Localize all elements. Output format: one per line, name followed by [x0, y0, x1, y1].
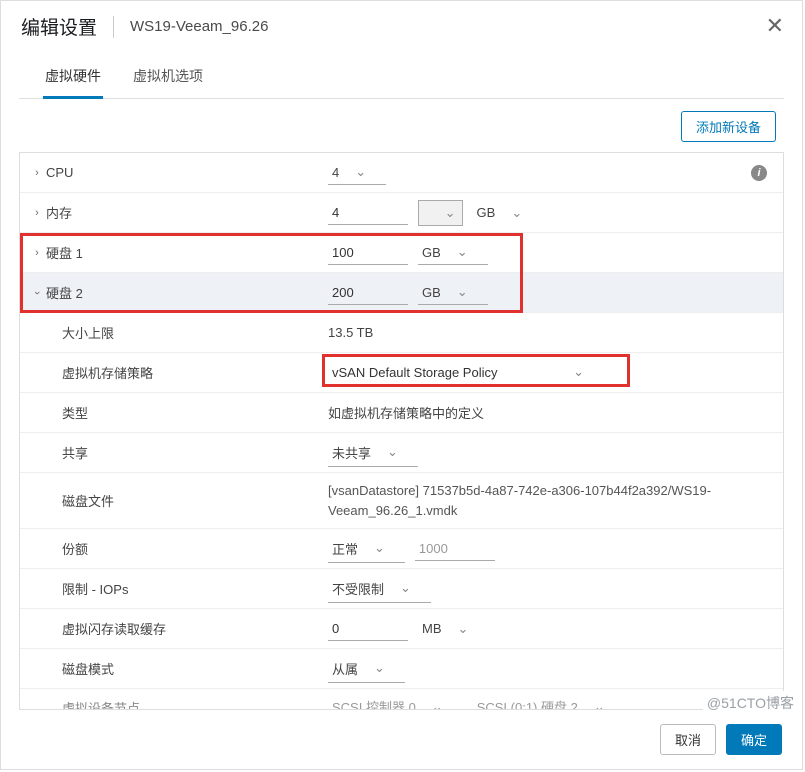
collapse-disk2-icon[interactable]: › [31, 284, 43, 302]
cpu-label: CPU [46, 165, 73, 180]
disk1-size-input[interactable] [328, 241, 408, 265]
row-disk2-mode: 磁盘模式 从属 [20, 649, 783, 689]
disk-highlight-group: › 硬盘 1 GB › 硬盘 2 GB [20, 233, 783, 313]
disk2-share-label: 共享 [62, 443, 88, 462]
disk2-mode-label: 磁盘模式 [62, 659, 114, 678]
title-divider [113, 16, 114, 38]
modal-footer: 取消 确定 [1, 710, 802, 769]
disk2-type-value: 如虚拟机存储策略中的定义 [328, 403, 484, 422]
disk2-quota-num-input[interactable] [415, 537, 495, 561]
cancel-button[interactable]: 取消 [660, 724, 716, 755]
disk2-label: 硬盘 2 [46, 283, 83, 302]
disk2-max-label: 大小上限 [62, 323, 114, 342]
row-disk2-file: 磁盘文件 [vsanDatastore] 71537b5d-4a87-742e-… [20, 473, 783, 529]
disk2-iops-select[interactable]: 不受限制 [328, 575, 431, 603]
disk1-label: 硬盘 1 [46, 243, 83, 262]
disk2-node-pos-select[interactable]: SCSI (0:1) 硬盘 2 [473, 693, 625, 709]
row-disk2-share: 共享 未共享 [20, 433, 783, 473]
expand-memory-icon[interactable]: › [28, 207, 46, 219]
expand-disk1-icon[interactable]: › [28, 247, 46, 259]
edit-settings-modal: 编辑设置 WS19-Veeam_96.26 ✕ 虚拟硬件 虚拟机选项 添加新设备… [0, 0, 803, 770]
modal-header: 编辑设置 WS19-Veeam_96.26 ✕ [1, 1, 802, 52]
modal-title: 编辑设置 [21, 13, 97, 40]
disk2-max-value: 13.5 TB [328, 325, 373, 340]
row-disk2-type: 类型 如虚拟机存储策略中的定义 [20, 393, 783, 433]
cpu-count-select[interactable]: 4 [328, 160, 386, 185]
expand-cpu-icon[interactable]: › [28, 167, 46, 179]
disk2-flash-unit-select[interactable]: MB [418, 617, 488, 641]
memory-label: 内存 [46, 203, 72, 222]
row-disk2-max: 大小上限 13.5 TB [20, 313, 783, 353]
hardware-scroll[interactable]: › CPU 4 i › 内存 GB [20, 153, 783, 709]
row-disk2-quota: 份额 正常 [20, 529, 783, 569]
disk2-share-select[interactable]: 未共享 [328, 439, 418, 467]
watermark: @51CTO博客 [703, 691, 798, 715]
disk2-node-ctrl-select[interactable]: SCSI 控制器 0 [328, 693, 463, 709]
tab-virtual-hardware[interactable]: 虚拟硬件 [43, 58, 103, 99]
toolbar: 添加新设备 [1, 99, 802, 152]
disk2-iops-label: 限制 - IOPs [62, 579, 128, 598]
disk2-policy-select[interactable]: vSAN Default Storage Policy ⌄ [328, 360, 588, 385]
disk2-policy-value: vSAN Default Storage Policy [332, 365, 497, 380]
tab-bar: 虚拟硬件 虚拟机选项 [19, 58, 784, 99]
row-disk2: › 硬盘 2 GB [20, 273, 783, 313]
vm-name: WS19-Veeam_96.26 [130, 18, 268, 35]
disk2-type-label: 类型 [62, 403, 88, 422]
add-device-button[interactable]: 添加新设备 [681, 111, 776, 142]
row-disk2-node: 虚拟设备节点 SCSI 控制器 0 SCSI (0:1) 硬盘 2 [20, 689, 783, 709]
disk1-unit-select[interactable]: GB [418, 240, 488, 265]
chevron-down-icon: ⌄ [573, 364, 584, 380]
tab-vm-options[interactable]: 虚拟机选项 [131, 58, 205, 98]
hardware-panel: › CPU 4 i › 内存 GB [19, 152, 784, 710]
row-memory: › 内存 GB [20, 193, 783, 233]
row-cpu: › CPU 4 i [20, 153, 783, 193]
disk2-size-input[interactable] [328, 281, 408, 305]
disk2-unit-select[interactable]: GB [418, 280, 488, 305]
disk2-file-label: 磁盘文件 [62, 491, 114, 510]
close-icon[interactable]: ✕ [766, 15, 784, 37]
memory-unit-select[interactable]: GB [473, 201, 543, 225]
disk2-node-label: 虚拟设备节点 [62, 698, 140, 710]
row-disk1: › 硬盘 1 GB [20, 233, 783, 273]
row-disk2-iops: 限制 - IOPs 不受限制 [20, 569, 783, 609]
memory-value-input[interactable] [328, 201, 408, 225]
disk2-flash-input[interactable] [328, 617, 408, 641]
info-icon[interactable]: i [751, 165, 767, 181]
disk2-flash-label: 虚拟闪存读取缓存 [62, 619, 166, 638]
memory-stepper[interactable] [418, 200, 463, 226]
row-disk2-flash: 虚拟闪存读取缓存 MB [20, 609, 783, 649]
disk2-file-value: [vsanDatastore] 71537b5d-4a87-742e-a306-… [328, 481, 728, 520]
disk2-quota-select[interactable]: 正常 [328, 535, 405, 563]
ok-button[interactable]: 确定 [726, 724, 782, 755]
row-disk2-policy: 虚拟机存储策略 vSAN Default Storage Policy ⌄ [20, 353, 783, 393]
disk2-mode-select[interactable]: 从属 [328, 655, 405, 683]
disk2-quota-label: 份额 [62, 539, 88, 558]
disk2-policy-label: 虚拟机存储策略 [62, 363, 153, 382]
